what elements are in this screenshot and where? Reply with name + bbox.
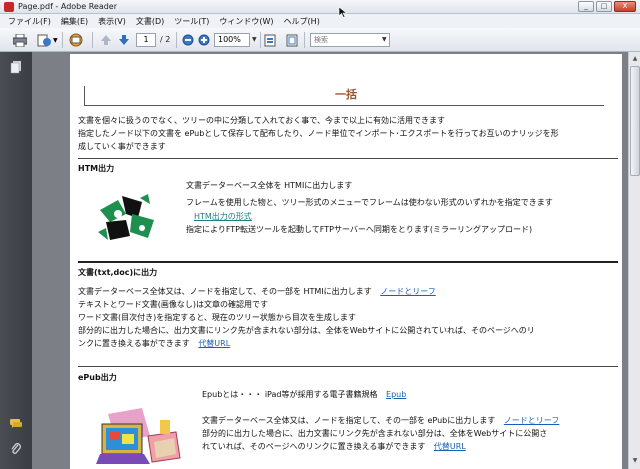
scroll-up-icon[interactable]: ▲	[630, 54, 640, 64]
zoom-select[interactable]: 100%	[214, 33, 250, 47]
fit-page-icon[interactable]	[262, 33, 278, 47]
toolbar: ▼ 1 / 2 100% ▼ 検索 ▼	[0, 28, 640, 52]
page-total: / 2	[160, 35, 171, 44]
menu-window[interactable]: ウィンドウ(W)	[219, 16, 273, 27]
vertical-scrollbar[interactable]: ▲ ▼	[628, 52, 640, 469]
close-button[interactable]: X	[614, 1, 636, 12]
pdf-page: 一括 文書を個々に扱うのでなく、ツリーの中に分類して入れておく事で、今まで以上に…	[70, 54, 622, 469]
txt-text-line: 文書データーベース全体又は、ノードを指定して、その一部を HTMIに出力します	[78, 287, 372, 296]
txt-text: テキストとワード文書(画像なし)は文章の確認用です	[78, 300, 268, 309]
epub-text: 文書データーベース全体又は、ノードを指定して、その一部を ePubに出力します …	[202, 414, 559, 427]
search-input[interactable]: 検索	[310, 33, 390, 47]
search-dropdown-icon[interactable]: ▼	[382, 36, 387, 43]
intro-line: 成していく事ができます	[78, 142, 166, 151]
txt-text-line: ンクに置き換える事ができます	[78, 339, 190, 348]
page-heading: 一括	[335, 88, 357, 101]
scroll-thumb[interactable]	[630, 66, 640, 176]
menu-view[interactable]: 表示(V)	[98, 16, 126, 27]
window-title: Page.pdf - Adobe Reader	[18, 2, 118, 11]
adobe-reader-icon	[4, 2, 14, 12]
maximize-button[interactable]: □	[596, 1, 612, 12]
menu-edit[interactable]: 編集(E)	[61, 16, 88, 27]
toolbar-separator	[62, 32, 63, 48]
node-and-leaf-link[interactable]: ノードとリーフ	[380, 287, 436, 296]
comments-icon[interactable]	[9, 417, 23, 431]
share-dropdown-icon[interactable]: ▼	[53, 37, 58, 51]
alternate-url-link[interactable]: 代替URL	[434, 442, 466, 451]
intro-line: 指定したノード以下の文書を ePubとして保存して配布したり、ノード単位でインポ…	[78, 129, 559, 138]
htm-format-link[interactable]: HTM出力の形式	[194, 210, 252, 223]
page-number-input[interactable]: 1	[136, 33, 156, 47]
htm-text: 文書データーベース全体を HTMIに出力します	[186, 181, 353, 190]
previous-page-icon[interactable]	[98, 33, 114, 47]
txt-text: ワード文書(目次付き)を指定すると、現在のツリー状態から目次を生成します	[78, 313, 356, 322]
zoom-out-icon[interactable]	[180, 33, 196, 47]
toolbar-separator	[176, 32, 177, 48]
title-bar: Page.pdf - Adobe Reader _ □ X	[0, 0, 640, 14]
intro-line: 文書を個々に扱うのでなく、ツリーの中に分類して入れておく事で、今まで以上に有効に…	[78, 116, 445, 125]
section-title-txt: 文書(txt,doc)に出力	[78, 268, 158, 277]
txt-text: 文書データーベース全体又は、ノードを指定して、その一部を HTMIに出力します …	[78, 285, 436, 298]
minimize-button[interactable]: _	[578, 1, 594, 12]
zoom-in-icon[interactable]	[196, 33, 212, 47]
next-page-icon[interactable]	[116, 33, 132, 47]
document-area[interactable]: 一括 文書を個々に扱うのでなく、ツリーの中に分類して入れておく事で、今まで以上に…	[32, 52, 628, 469]
print-icon[interactable]	[12, 33, 28, 47]
section-divider	[78, 158, 618, 159]
collaborate-icon[interactable]	[68, 33, 84, 47]
attachments-icon[interactable]	[9, 442, 23, 456]
alternate-url-link[interactable]: 代替URL	[198, 339, 230, 348]
txt-text: ンクに置き換える事ができます 代替URL	[78, 337, 230, 350]
epub-text: 部分的に出力した場合に、出力文書にリンク先が含まれない部分は、全体をWebサイト…	[202, 429, 548, 438]
menu-document[interactable]: 文書(D)	[136, 16, 164, 27]
navigation-panel	[0, 52, 32, 469]
epub-text-line: れていれば、そのページへのリンクに置き換える事ができます	[202, 442, 426, 451]
section-divider	[78, 366, 618, 367]
htm-text: 指定によりFTP転送ツールを起動してFTPサーバーへ同期をとります(ミラーリング…	[186, 225, 533, 234]
epub-link[interactable]: Epub	[386, 390, 406, 399]
zoom-dropdown-icon[interactable]: ▼	[252, 36, 257, 43]
toolbar-separator	[92, 32, 93, 48]
toolbar-separator	[304, 32, 305, 48]
share-icon[interactable]	[36, 33, 52, 47]
menu-tools[interactable]: ツール(T)	[174, 16, 209, 27]
section-title-epub: ePub出力	[78, 373, 117, 382]
epub-text-line: 文書データーベース全体又は、ノードを指定して、その一部を ePubに出力します	[202, 416, 496, 425]
htm-illustration	[96, 192, 160, 248]
window-controls: _ □ X	[578, 1, 636, 12]
epub-text: Epubとは・・・ iPad等が採用する電子書籍規格 Epub	[202, 388, 406, 401]
scroll-down-icon[interactable]: ▼	[630, 456, 640, 466]
htm-text: フレームを使用した物と、ツリー形式のメニューでフレームは使わない形式のいずれかを…	[186, 198, 553, 207]
txt-text: 部分的に出力した場合に、出力文書にリンク先が含まれない部分は、全体をWebサイト…	[78, 326, 535, 335]
pages-icon[interactable]	[9, 60, 23, 74]
section-title-htm: HTM出力	[78, 164, 115, 173]
section-divider	[78, 261, 618, 263]
mouse-cursor-icon	[338, 6, 348, 18]
menu-bar: ファイル(F) 編集(E) 表示(V) 文書(D) ツール(T) ウィンドウ(W…	[0, 14, 640, 28]
epub-text-line: Epubとは・・・ iPad等が採用する電子書籍規格	[202, 390, 378, 399]
full-screen-icon[interactable]	[284, 33, 300, 47]
menu-file[interactable]: ファイル(F)	[8, 16, 51, 27]
toolbar-separator	[260, 32, 261, 48]
epub-illustration	[96, 406, 182, 469]
menu-help[interactable]: ヘルプ(H)	[284, 16, 320, 27]
node-and-leaf-link[interactable]: ノードとリーフ	[504, 416, 560, 425]
epub-text: れていれば、そのページへのリンクに置き換える事ができます 代替URL	[202, 440, 466, 453]
